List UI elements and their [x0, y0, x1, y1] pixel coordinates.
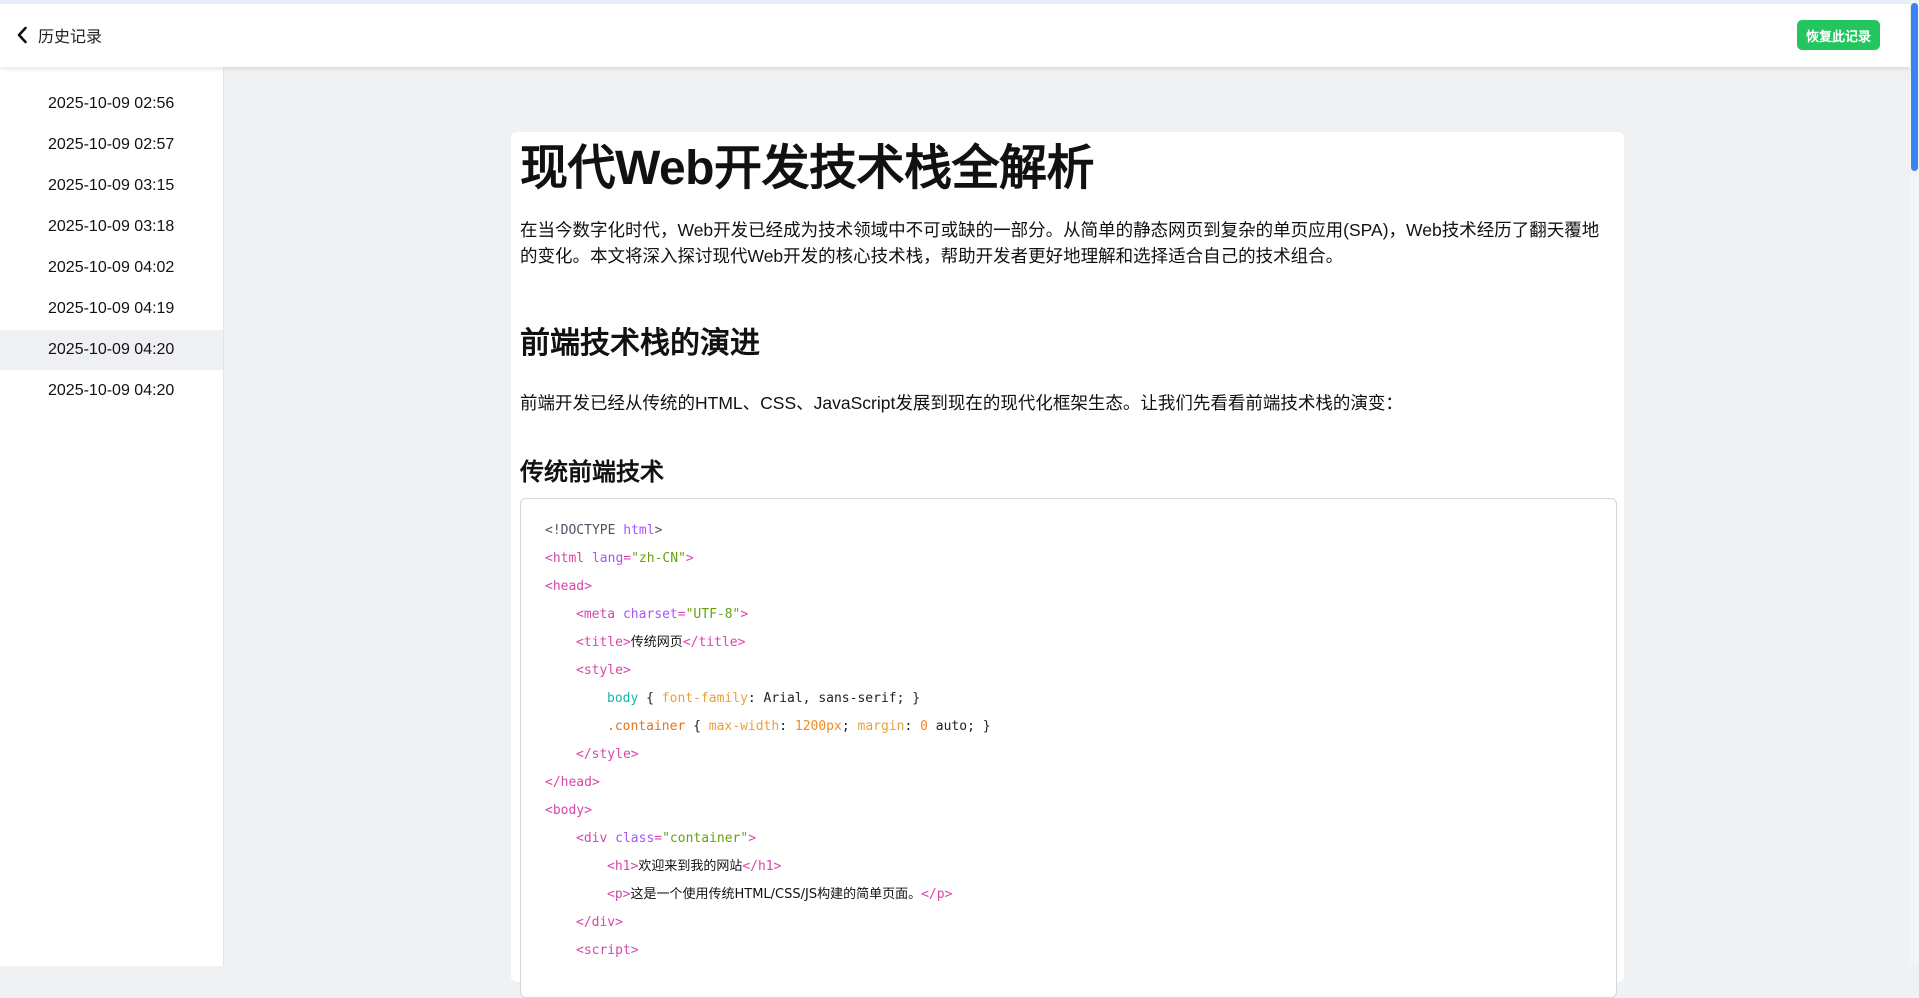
code-token: <html [545, 551, 592, 566]
code-token: "zh-CN" [631, 551, 686, 566]
code-token: lang [591, 551, 624, 566]
sidebar-item-history[interactable]: 2025-10-09 02:57 [0, 125, 223, 165]
code-token: </title> [682, 635, 746, 650]
code-token: : [779, 719, 795, 734]
code-block[interactable]: <!DOCTYPE html> <html lang="zh-CN"> <head>… [520, 498, 1617, 998]
code-token: margin [857, 719, 905, 734]
code-token: <!DOCTYPE [545, 523, 624, 538]
code-token: > [654, 523, 663, 538]
sidebar-item-history[interactable]: 2025-10-09 04:20 [0, 371, 223, 411]
back-button[interactable]: 历史记录 [16, 22, 102, 48]
section-heading: 前端技术栈的演进 [520, 327, 760, 360]
code-token: html [623, 523, 655, 538]
code-token: .container [607, 719, 686, 734]
sidebar-item-history[interactable]: 2025-10-09 03:18 [0, 207, 223, 247]
header-bar: 历史记录 恢复此记录 [0, 4, 1910, 67]
code-line: body { font-family: Arial, sans-serif; } [521, 685, 1616, 713]
code-line: <!DOCTYPE html> [521, 517, 1616, 545]
scrollbar-track[interactable] [1910, 0, 1919, 966]
sidebar-item-history[interactable]: 2025-10-09 03:15 [0, 166, 223, 206]
code-token: </p> [921, 887, 953, 902]
subsection-heading: 传统前端技术 [520, 459, 664, 486]
code-token: 这是一个使用传统HTML/CSS/JS构建的简单页面。 [630, 887, 922, 902]
code-line: <div class="container"> [521, 825, 1616, 853]
code-token: > [748, 831, 757, 846]
back-label: 历史记录 [38, 29, 103, 46]
code-token: = [623, 551, 632, 566]
code-line: <script> [521, 937, 1616, 965]
sidebar-item-history[interactable]: 2025-10-09 04:02 [0, 248, 223, 288]
code-token: : [904, 719, 921, 734]
code-token: ; [841, 719, 858, 734]
scrollbar-thumb[interactable] [1911, 3, 1918, 171]
code-token: <script> [576, 943, 639, 958]
code-token: <h1> [607, 859, 639, 874]
code-token: </div> [576, 915, 623, 930]
code-token: </head> [545, 775, 600, 790]
code-token: = [654, 831, 663, 846]
code-token: <div [576, 831, 616, 846]
code-token: 1200px [794, 719, 842, 734]
code-token: charset [622, 607, 678, 622]
code-token: <head> [545, 579, 592, 594]
code-line: <h1>欢迎来到我的网站</h1> [521, 853, 1616, 881]
code-token: > [740, 607, 749, 622]
code-token: <title> [576, 635, 631, 650]
code-token: > [685, 551, 694, 566]
history-sidebar: 2025-10-09 02:56 2025-10-09 02:57 2025-10-… [0, 67, 224, 966]
code-line: .container { max-width: 1200px; margin: … [521, 713, 1616, 741]
sidebar-item-history[interactable]: 2025-10-09 02:56 [0, 84, 223, 124]
code-token: auto; } [927, 719, 991, 734]
code-token: 传统网页 [630, 635, 683, 650]
code-token: 欢迎来到我的网站 [638, 859, 743, 874]
code-token: max-width [708, 719, 780, 734]
code-line: </head> [521, 769, 1616, 797]
code-line: <meta charset="UTF-8"> [521, 601, 1616, 629]
code-line: </style> [521, 741, 1616, 769]
sidebar-item-history[interactable]: 2025-10-09 04:20 [0, 330, 223, 370]
chevron-left-icon [16, 26, 28, 44]
document-title: 现代Web开发技术栈全解析 [520, 142, 1094, 195]
code-line: <p>这是一个使用传统HTML/CSS/JS构建的简单页面。</p> [521, 881, 1616, 909]
code-token: </style> [576, 747, 639, 762]
sidebar-item-history[interactable]: 2025-10-09 04:19 [0, 289, 223, 329]
code-token: { [685, 719, 709, 734]
section-paragraph: 前端开发已经从传统的HTML、CSS、JavaScript发展到现在的现代化框架… [520, 393, 1403, 413]
code-token: "container" [662, 831, 749, 846]
code-token: { [638, 691, 662, 706]
code-token: : Arial, sans-serif; } [747, 691, 921, 706]
code-line: <html lang="zh-CN"> [521, 545, 1616, 573]
code-line: </div> [521, 909, 1616, 937]
code-token: "UTF-8" [685, 607, 741, 622]
code-line: <body> [521, 797, 1616, 825]
code-token: <style> [576, 663, 631, 678]
document-card: 现代Web开发技术栈全解析 在当今数字化时代，Web开发已经成为技术领域中不可或… [511, 132, 1624, 998]
restore-record-button[interactable]: 恢复此记录 [1796, 20, 1880, 50]
code-token: font-family [661, 691, 748, 706]
intro-paragraph: 在当今数字化时代，Web开发已经成为技术领域中不可或缺的一部分。从简单的静态网页… [520, 220, 1600, 266]
code-line: <title>传统网页</title> [521, 629, 1616, 657]
code-token: 0 [920, 719, 928, 734]
code-token: <body> [545, 803, 592, 818]
code-token: <p> [607, 887, 631, 902]
code-token: </h1> [742, 859, 782, 874]
code-token: class [615, 831, 655, 846]
code-line: <head> [521, 573, 1616, 601]
code-token: body [607, 691, 639, 706]
code-token: = [677, 607, 686, 622]
code-token: <meta [576, 607, 623, 622]
code-line: <style> [521, 657, 1616, 685]
